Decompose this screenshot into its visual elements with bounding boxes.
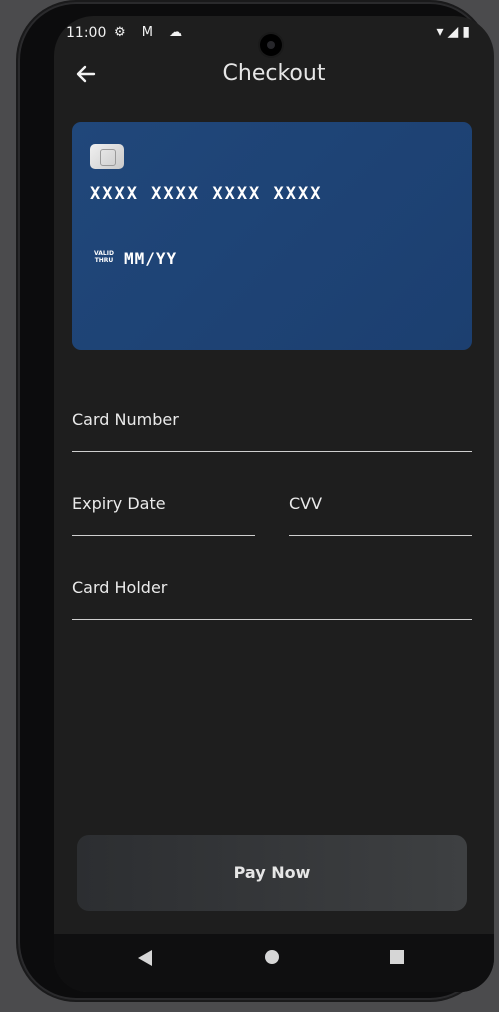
page-title: Checkout <box>222 61 326 86</box>
card-number-label: Card Number <box>72 410 179 429</box>
field-underline <box>72 619 472 620</box>
nav-recents-icon[interactable] <box>390 950 404 964</box>
field-underline <box>72 535 255 536</box>
expiry-date-field[interactable]: Expiry Date <box>72 486 255 536</box>
nav-back-icon[interactable] <box>138 950 152 966</box>
field-underline <box>289 535 472 536</box>
field-underline <box>72 451 472 452</box>
valid-thru-label: VALID THRU <box>94 250 114 264</box>
credit-card-preview: XXXX XXXX XXXX XXXX VALID THRU MM/YY <box>72 122 472 350</box>
card-holder-label: Card Holder <box>72 578 168 597</box>
front-camera-icon <box>260 34 282 56</box>
phone-frame: 11:00 ⚙ M ☁ ▾◢▮ Checkout XXXX XXXX XXXX … <box>18 2 494 1000</box>
card-chip-icon <box>90 144 124 169</box>
cvv-field[interactable]: CVV <box>289 486 472 536</box>
card-expiry-mask: MM/YY <box>124 249 178 268</box>
card-number-mask: XXXX XXXX XXXX XXXX <box>90 184 323 204</box>
card-number-field[interactable]: Card Number <box>72 402 472 452</box>
status-right-icons: ▾◢▮ <box>436 24 474 40</box>
card-holder-field[interactable]: Card Holder <box>72 570 472 620</box>
screen: 11:00 ⚙ M ☁ ▾◢▮ Checkout XXXX XXXX XXXX … <box>54 16 494 992</box>
expiry-date-label: Expiry Date <box>72 494 166 513</box>
status-time: 11:00 <box>66 25 107 41</box>
system-nav-bar <box>54 934 494 992</box>
status-left-icons: ⚙ M ☁ <box>114 25 189 40</box>
pay-now-button[interactable]: Pay Now <box>77 835 467 911</box>
nav-home-icon[interactable] <box>265 950 279 964</box>
cvv-label: CVV <box>289 494 323 513</box>
